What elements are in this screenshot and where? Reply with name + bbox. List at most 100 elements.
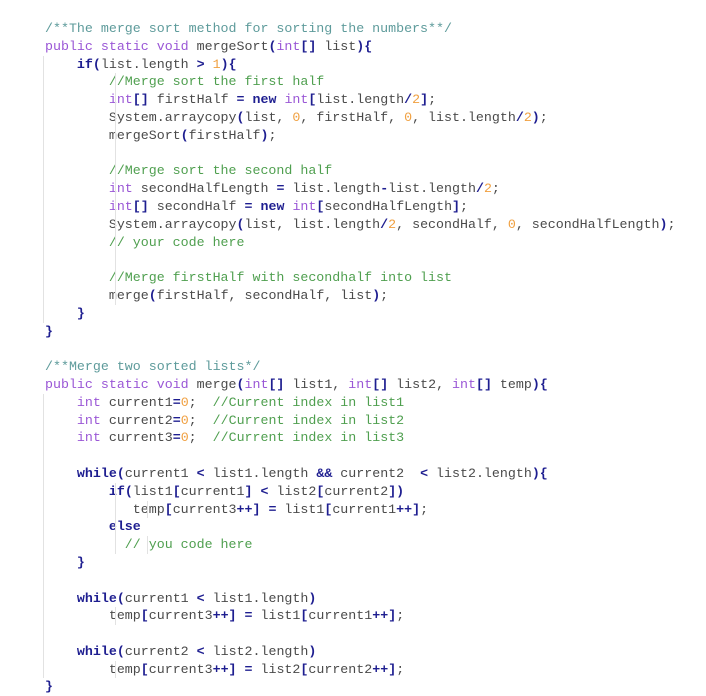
keyword: int — [76, 412, 101, 428]
code-line: if(list1[current1] < list2[current2]) — [43, 482, 675, 501]
indent-guide — [43, 447, 44, 465]
code-text: current3 — [148, 608, 213, 624]
indent-guide — [115, 91, 116, 109]
code-line — [43, 144, 675, 163]
operator: ++] — [236, 501, 261, 517]
operator: < — [196, 590, 205, 606]
operator: / — [515, 109, 524, 125]
operator: { — [539, 465, 548, 481]
operator: = — [236, 92, 245, 108]
operator: = — [172, 412, 181, 428]
code-line: } — [43, 553, 675, 572]
indent-guide — [43, 571, 44, 590]
keyword: int — [276, 38, 301, 54]
code-text: current1 — [332, 501, 397, 517]
control-keyword: while — [76, 590, 117, 606]
keyword: int — [108, 181, 133, 197]
number-literal: 0 — [180, 412, 189, 428]
code-text: ; — [380, 287, 389, 303]
indent-guide — [43, 286, 44, 305]
indent-guide — [115, 108, 116, 127]
code-text: , secondHalf, — [396, 216, 508, 232]
operator: ) — [308, 590, 317, 606]
operator: ( — [124, 483, 133, 499]
code-line: int current1=0; //Current index in list1 — [43, 393, 675, 412]
code-line: //Merge sort the first half — [43, 73, 675, 92]
operator: [] — [132, 198, 149, 214]
code-line: int[] firstHalf = new int[list.length/2]… — [43, 91, 675, 109]
indent-guide — [115, 286, 116, 305]
keyword: int — [284, 92, 309, 108]
indent-guide — [43, 660, 44, 679]
line-comment: //Current index in list3 — [212, 430, 405, 446]
number-literal: 0 — [180, 394, 189, 410]
code-line: System.arraycopy(list, 0, firstHalf, 0, … — [43, 108, 675, 127]
code-text: mergeSort — [196, 38, 269, 54]
code-line: } — [45, 323, 675, 341]
indent-guide — [43, 180, 44, 198]
indent-guide — [43, 625, 44, 643]
code-line: int secondHalfLength = list.length-list.… — [43, 180, 675, 198]
code-text: System.arraycopy — [108, 109, 237, 125]
code-line: public static void merge(int[] list1, in… — [45, 376, 675, 394]
operator: ] — [420, 92, 429, 108]
code-line: temp[current3++] = list2[current2++]; — [43, 660, 675, 679]
operator: [ — [164, 501, 173, 517]
number-literal: 0 — [404, 109, 413, 125]
operator: ( — [180, 127, 189, 143]
operator: < — [196, 643, 205, 659]
indent-guide — [43, 518, 44, 537]
code-text: ; — [268, 127, 277, 143]
code-text: mergeSort — [108, 127, 181, 143]
code-text: current1 — [180, 483, 245, 499]
code-text: current1 — [124, 465, 197, 481]
control-keyword: if — [76, 56, 93, 72]
code-text: list2, — [388, 376, 453, 392]
indent-guide — [43, 607, 44, 626]
code-line: mergeSort(firstHalf); — [43, 126, 675, 145]
indent-guide — [43, 500, 44, 519]
indent-guide — [115, 482, 116, 501]
keyword: int — [348, 376, 373, 392]
indent-guide — [43, 304, 44, 323]
code-line: // you code here — [43, 536, 675, 554]
operator: < — [420, 465, 429, 481]
code-text: current1 — [100, 394, 173, 410]
keyword: int — [244, 376, 269, 392]
line-comment: //Current index in list2 — [212, 412, 405, 428]
code-text: current3 — [172, 501, 237, 517]
operator: = — [244, 608, 253, 624]
indent-guide — [147, 536, 148, 554]
indent-guide — [43, 233, 44, 252]
code-line: while(current2 < list2.length) — [43, 642, 675, 661]
operator: ( — [236, 376, 245, 392]
indent-guide — [115, 660, 116, 679]
code-line: int current3=0; //Current index in list3 — [43, 429, 675, 448]
indent-guide — [43, 215, 44, 234]
operator: / — [380, 216, 389, 232]
indent-guide — [115, 197, 116, 216]
code-text: list2.length — [204, 643, 309, 659]
operator: } — [76, 305, 85, 321]
indent-guide — [115, 500, 116, 519]
line-comment: //Merge sort the first half — [108, 74, 325, 90]
number-literal: 2 — [523, 109, 532, 125]
code-text: , firstHalf, — [300, 109, 405, 125]
code-editor[interactable]: /**The merge sort method for sorting the… — [43, 20, 675, 696]
keyword: int — [108, 92, 133, 108]
operator: [] — [268, 376, 285, 392]
indent-guide — [43, 553, 44, 572]
indent-guide — [115, 233, 116, 252]
indent-guide — [43, 162, 44, 181]
code-text: list1 — [252, 608, 301, 624]
